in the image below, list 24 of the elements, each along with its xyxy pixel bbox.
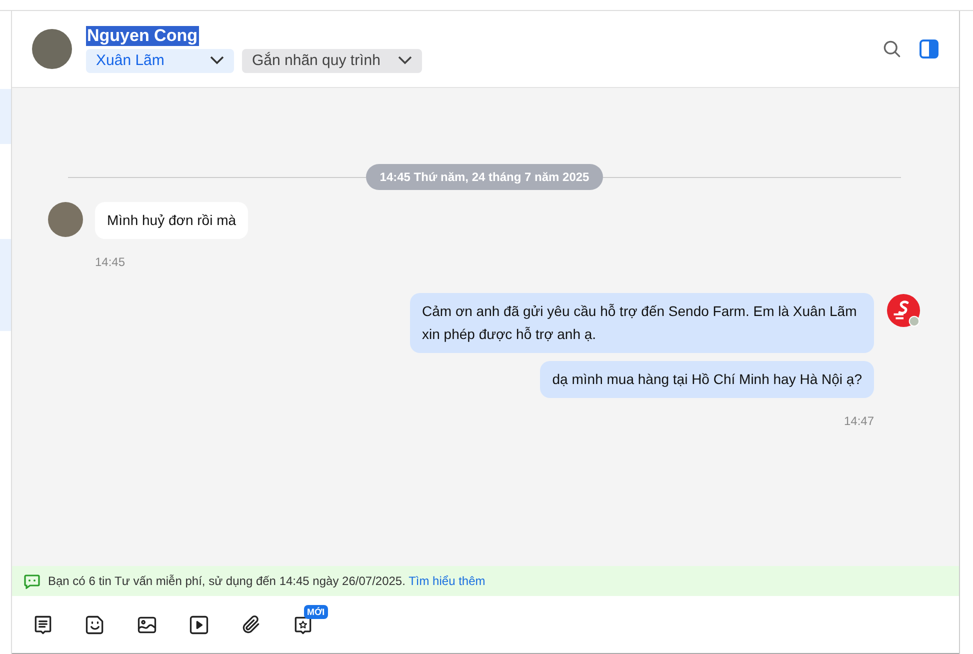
paperclip-icon[interactable]	[240, 614, 262, 636]
assignee-dropdown[interactable]: Xuân Lãm	[86, 48, 234, 72]
avatar-photo-placeholder	[48, 202, 83, 237]
incoming-message: Mình huỷ đơn rồi mà	[95, 202, 248, 239]
date-separator: 14:45 Thứ năm, 24 tháng 7 năm 2025	[366, 164, 604, 190]
shop-logo-icon	[886, 293, 921, 328]
chevron-down-icon	[210, 56, 224, 65]
message-time: 14:47	[844, 414, 874, 428]
avatar-photo-placeholder	[32, 29, 72, 69]
outgoing-message: Cảm ơn anh đã gửi yêu cầu hỗ trợ đến Sendo Farm. Em là Xuân Lãm xin phép được hỗ trợ anh ạ.	[410, 293, 874, 353]
video-play-icon[interactable]	[188, 614, 210, 636]
learn-more-link[interactable]: Tìm hiểu thêm	[408, 574, 486, 588]
contact-name: Nguyen Cong	[86, 26, 198, 46]
sticker-icon[interactable]	[84, 614, 106, 636]
search-icon[interactable]	[881, 38, 903, 60]
label-dropdown[interactable]: Gắn nhãn quy trình	[242, 48, 422, 72]
free-consult-notice: Bạn có 6 tin Tư vấn miễn phí, sử dụng đến 14:45 ngày 26/07/2025. Tìm hiểu thêm	[48, 574, 486, 588]
message-time: 14:45	[95, 255, 126, 269]
note-icon[interactable]	[32, 614, 54, 636]
outgoing-message: dạ mình mua hàng tại Hồ Chí Minh hay Hà Nội ạ?	[540, 361, 874, 398]
new-badge: MỚI	[304, 604, 328, 618]
chat-bubble-icon	[24, 574, 40, 588]
chevron-down-icon	[398, 56, 412, 65]
panel-toggle-icon[interactable]	[919, 39, 939, 59]
